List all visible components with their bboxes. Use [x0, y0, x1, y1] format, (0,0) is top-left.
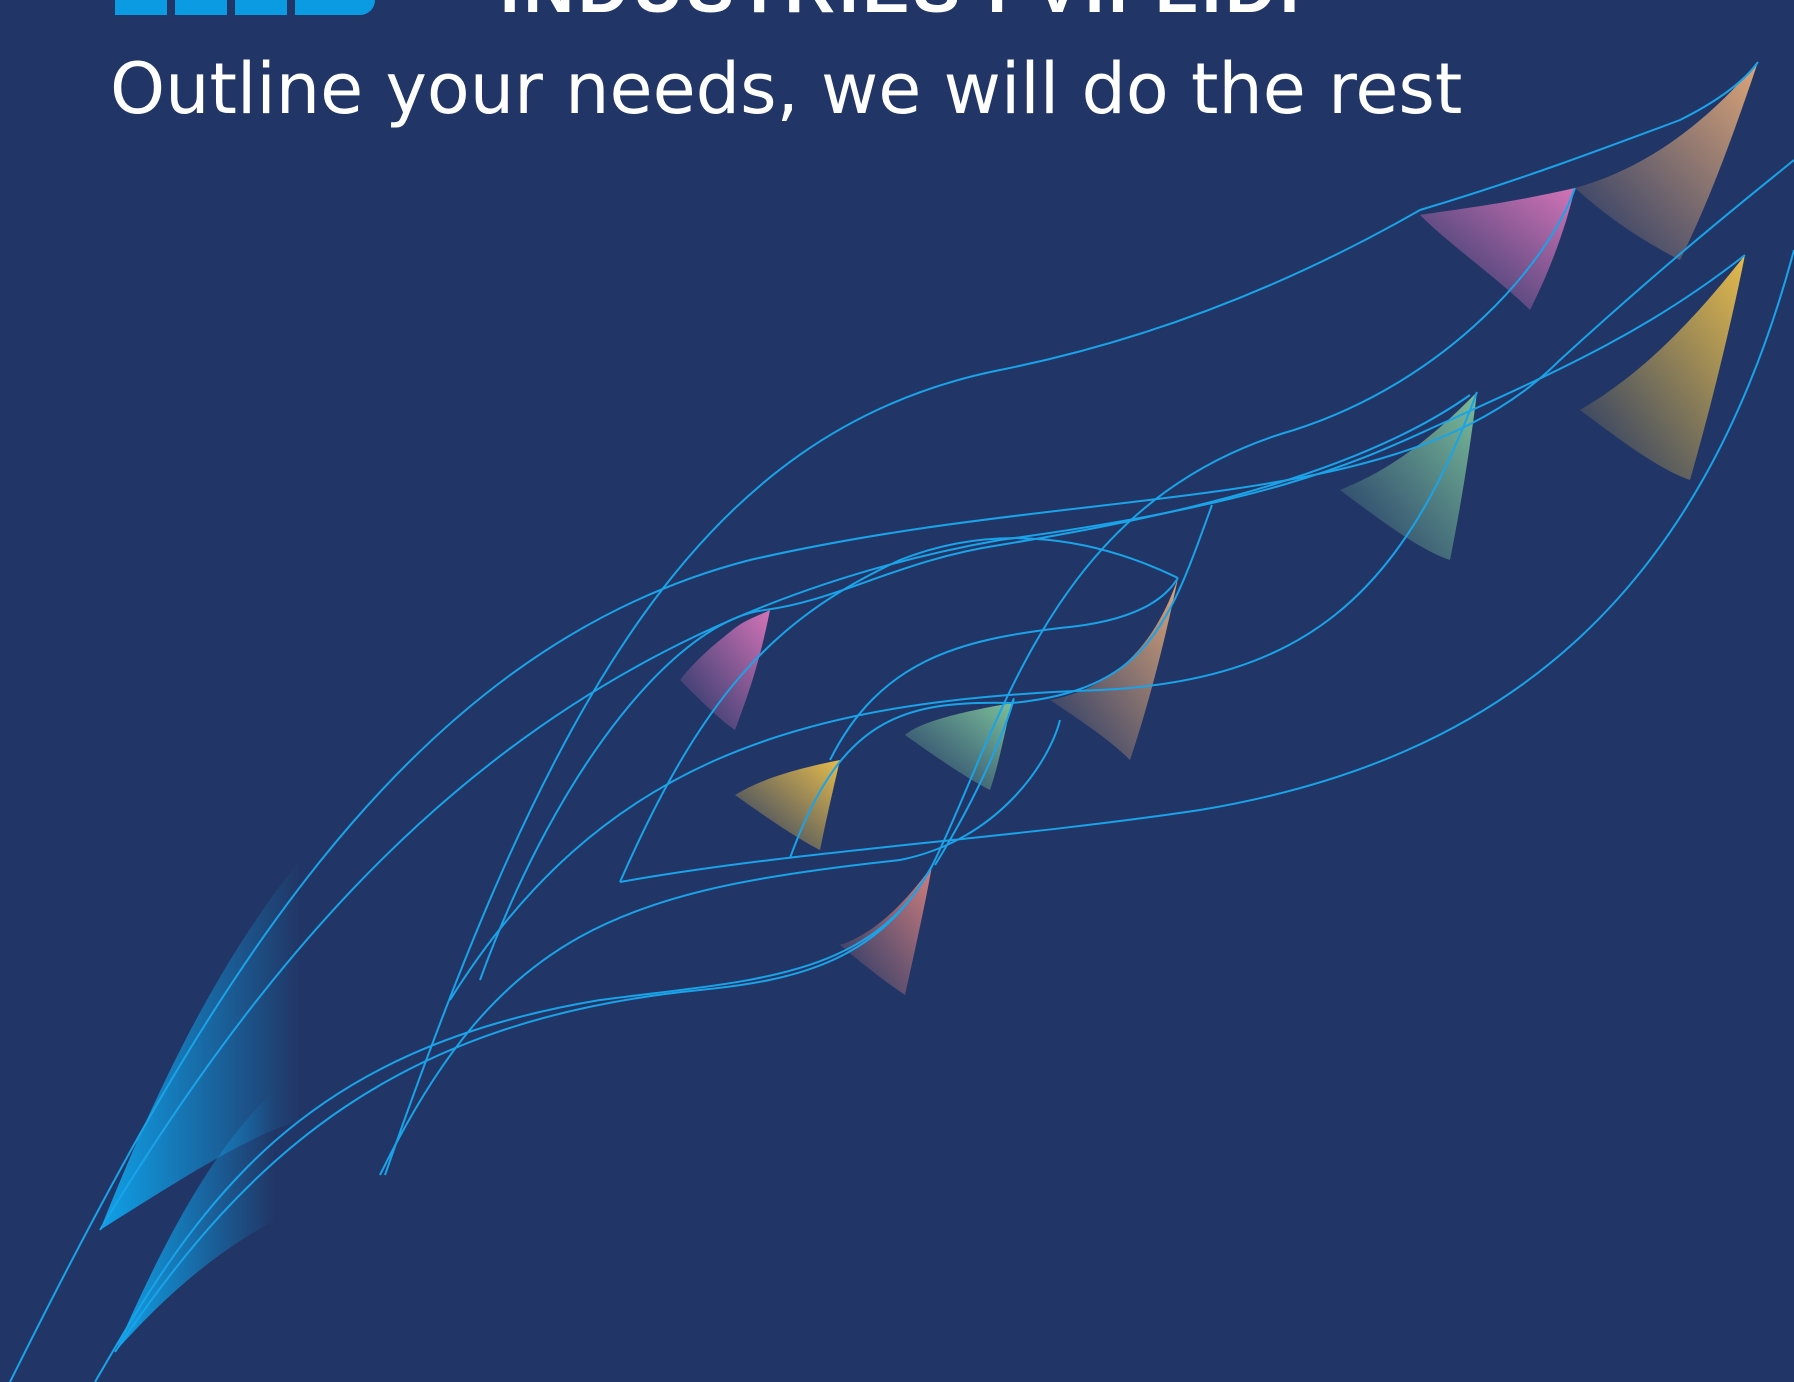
highlight-pink-top [1420, 188, 1575, 310]
line-6 [479, 394, 1471, 981]
logo-bar-4 [295, 0, 375, 15]
page-title: INDUSTRIES FVIFLIDI [500, 0, 1303, 28]
highlight-gold-mid [735, 760, 840, 850]
logo-bar-2 [175, 0, 227, 15]
logo-bar-1 [115, 0, 167, 15]
brand-logo [115, 0, 415, 16]
flowing-ribbon-lines-graphic [9, 61, 1794, 1382]
line-7 [379, 719, 1061, 1176]
logo-bar-3 [235, 0, 287, 15]
poster-canvas: INDUSTRIES FVIFLIDI Outline your needs, … [0, 0, 1794, 1382]
tagline: Outline your needs, we will do the rest [110, 48, 1463, 130]
ribbon-highlights [100, 62, 1758, 1352]
highlight-peach-mid [1050, 578, 1178, 760]
highlight-pink-mid [680, 610, 770, 730]
line-1 [9, 159, 1794, 1382]
highlight-salmon [840, 866, 932, 995]
line-9 [449, 391, 1478, 1001]
header: INDUSTRIES FVIFLIDI Outline your needs, … [0, 0, 1794, 140]
